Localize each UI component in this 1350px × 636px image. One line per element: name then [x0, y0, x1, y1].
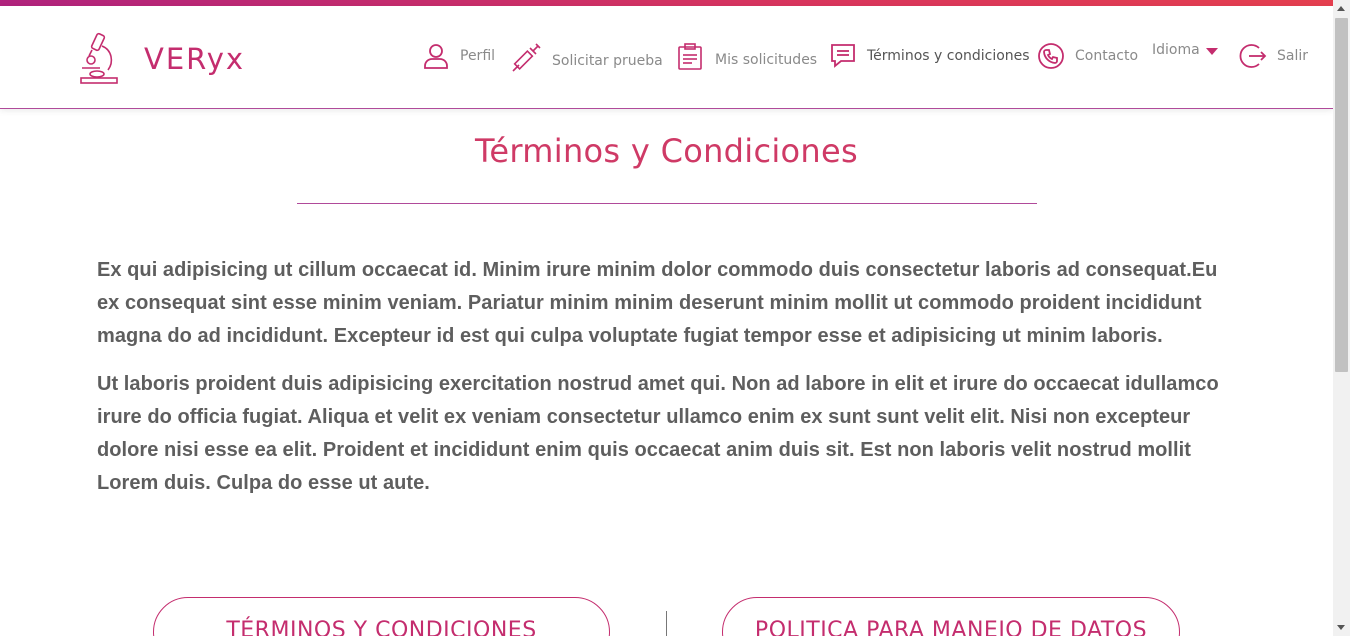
terms-content: Ex qui adipisicing ut cillum occaecat id… [97, 254, 1237, 515]
main-nav: Perfil Solicitar prueba Mis solicitudes [0, 40, 1333, 80]
data-policy-button[interactable]: POLITICA PARA MANEJO DE DATOS [722, 597, 1180, 636]
nav-item-contacto[interactable]: Contacto [1037, 42, 1138, 70]
nav-item-salir[interactable]: Salir [1239, 42, 1308, 70]
nav-label: Perfil [460, 48, 496, 64]
terms-paragraph: Ut laboris proident duis adipisicing exe… [97, 373, 1219, 494]
nav-label: Idioma [1152, 42, 1200, 58]
terms-paragraph: Ex qui adipisicing ut cillum occaecat id… [97, 259, 1218, 347]
nav-item-idioma[interactable]: Idioma [1152, 42, 1218, 58]
nav-label: Salir [1277, 48, 1309, 64]
vertical-scrollbar[interactable] [1333, 0, 1350, 636]
terms-button[interactable]: TÉRMINOS Y CONDICIONES [153, 597, 610, 636]
site-header: VERyx Perfil Solicitar prueba Mis solici… [0, 6, 1333, 109]
scroll-up-icon[interactable] [1337, 6, 1345, 11]
phone-icon [1038, 43, 1064, 69]
message-list-icon [831, 44, 855, 68]
title-divider [297, 203, 1037, 204]
user-icon [424, 44, 448, 69]
nav-label: Solicitar prueba [552, 53, 663, 69]
nav-item-solicitar-prueba[interactable]: Solicitar prueba [510, 42, 663, 74]
page-title: Términos y Condiciones [475, 132, 858, 170]
nav-item-terminos[interactable]: Términos y condiciones [829, 42, 1030, 70]
scroll-thumb[interactable] [1335, 18, 1348, 372]
scroll-down-icon[interactable] [1337, 625, 1345, 630]
nav-item-perfil[interactable]: Perfil [422, 42, 495, 70]
logout-icon [1239, 44, 1267, 68]
nav-label: Mis solicitudes [715, 52, 818, 68]
clipboard-icon [678, 43, 702, 70]
syringe-icon [512, 43, 541, 72]
nav-item-mis-solicitudes[interactable]: Mis solicitudes [675, 42, 817, 72]
caret-down-icon [1205, 47, 1218, 55]
nav-label: Términos y condiciones [867, 48, 1030, 64]
button-divider [666, 611, 667, 636]
nav-label: Contacto [1075, 48, 1139, 64]
